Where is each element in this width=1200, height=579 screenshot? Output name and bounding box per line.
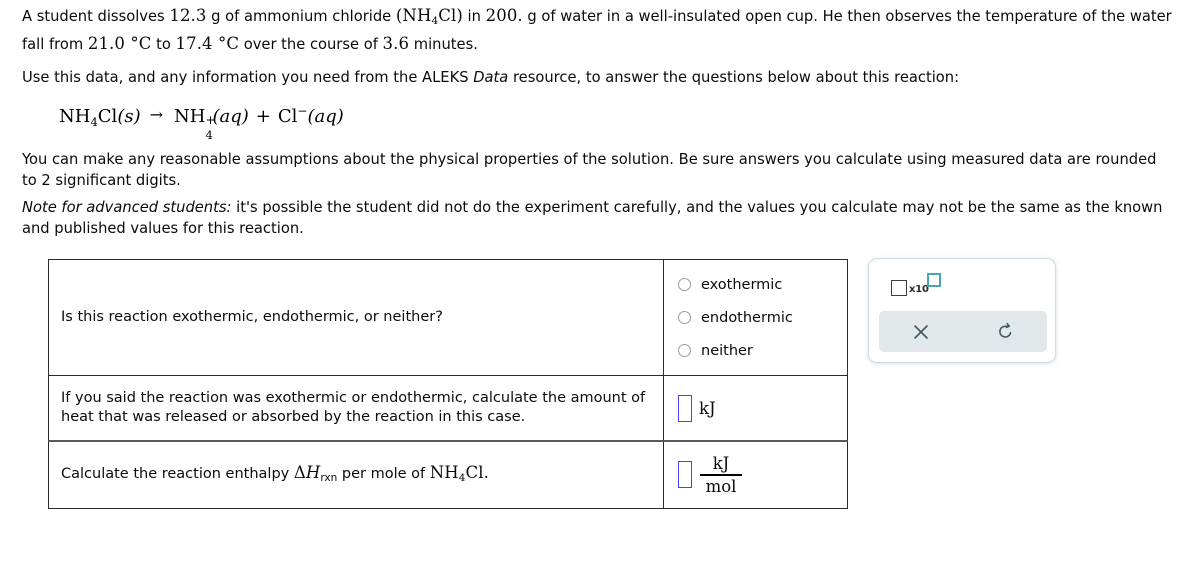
use-data-text-1: Use this data, and any information you n… xyxy=(22,69,474,86)
initial-temperature-value: 21.0 xyxy=(87,34,125,53)
product2-cl: Cl xyxy=(277,106,298,127)
radio-button-neither-icon[interactable] xyxy=(678,344,691,357)
equation-plus-sign: + xyxy=(255,106,271,127)
undo-icon xyxy=(998,322,1011,338)
sample-mass-value: 12.3 xyxy=(169,6,207,25)
radio-label-exothermic: exothermic xyxy=(701,276,783,293)
intro-text-5: to xyxy=(151,36,176,53)
product1-charge: + xyxy=(205,113,216,127)
product1-state: (aq) xyxy=(212,106,249,127)
radio-button-exothermic-icon[interactable] xyxy=(678,278,691,291)
problem-page: A student dissolves 12.3 g of ammonium c… xyxy=(0,0,1200,579)
answer-cell-thermicity: exothermic endothermic neither xyxy=(663,259,848,376)
product2-state: (aq) xyxy=(307,106,344,127)
question-text-heat: If you said the reaction was exothermic … xyxy=(61,390,646,425)
fraction-bar xyxy=(700,474,742,476)
intro-text-1: A student dissolves xyxy=(22,8,170,25)
question-cell-heat: If you said the reaction was exothermic … xyxy=(48,375,664,442)
reactant-nh: NH xyxy=(59,106,91,127)
radio-option-exothermic[interactable]: exothermic xyxy=(678,268,837,301)
elapsed-time-value: 3.6 xyxy=(382,34,410,53)
use-data-instruction: Use this data, and any information you n… xyxy=(22,64,1022,91)
scientific-notation-base-box-icon xyxy=(891,280,907,296)
reactant-subscript: 4 xyxy=(90,115,98,129)
radio-label-endothermic: endothermic xyxy=(701,309,793,326)
enthalpy-text-1: Calculate the reaction enthalpy xyxy=(61,465,294,482)
intro-text-3: in xyxy=(462,8,486,25)
enthalpy-H-symbol: H xyxy=(305,462,321,482)
radio-option-endothermic[interactable]: endothermic xyxy=(678,301,837,334)
heat-unit-label: kJ xyxy=(699,398,716,418)
toolbar-top-section: x10 xyxy=(869,259,1055,311)
final-temperature-value: 17.4 xyxy=(175,34,213,53)
answer-cell-heat: kJ xyxy=(663,375,848,442)
radio-button-endothermic-icon[interactable] xyxy=(678,311,691,324)
enthalpy-answer-line: kJ mol xyxy=(678,453,837,496)
enthalpy-formula-nh: NH xyxy=(429,462,459,482)
answer-input-group-heat: kJ xyxy=(664,387,847,430)
formula-cl: Cl xyxy=(438,6,457,25)
fraction-denominator: mol xyxy=(705,476,737,496)
formula-nh: NH xyxy=(402,6,432,25)
final-temperature-unit: °C xyxy=(212,34,240,53)
questions-table: Is this reaction exothermic, endothermic… xyxy=(48,259,848,509)
ammonium-chloride-formula: (NH4Cl) xyxy=(396,6,463,26)
answer-cell-enthalpy: kJ mol xyxy=(663,440,848,509)
question-text-enthalpy: Calculate the reaction enthalpy ΔHrxn pe… xyxy=(49,453,663,498)
undo-button[interactable] xyxy=(963,311,1047,352)
reactant-state: (s) xyxy=(117,106,141,127)
radio-label-neither: neither xyxy=(701,342,753,359)
product1-subscript: 4 xyxy=(205,128,213,142)
enthalpy-text-2: per mole of xyxy=(337,465,430,482)
heat-answer-line: kJ xyxy=(678,394,837,422)
answer-input-group-enthalpy: kJ mol xyxy=(664,447,847,504)
product2-charge: − xyxy=(297,104,308,118)
product1-nh: NH xyxy=(174,106,206,127)
delta-symbol: Δ xyxy=(293,462,306,482)
intro-text-7: minutes. xyxy=(409,36,478,53)
intro-text-6: over the course of xyxy=(239,36,383,53)
enthalpy-formula-cl: Cl. xyxy=(465,462,489,482)
toolbar-action-bar xyxy=(879,311,1047,352)
question-cell-thermicity: Is this reaction exothermic, endothermic… xyxy=(48,259,664,376)
close-icon xyxy=(914,324,928,339)
question-text-thermicity: Is this reaction exothermic, endothermic… xyxy=(61,309,443,325)
question-cell-enthalpy: Calculate the reaction enthalpy ΔHrxn pe… xyxy=(48,440,664,509)
heat-value-input[interactable] xyxy=(678,394,692,422)
enthalpy-formula-subscript: 4 xyxy=(458,471,466,484)
use-data-text-2: resource, to answer the questions below … xyxy=(508,69,960,86)
math-entry-toolbar: x10 xyxy=(868,258,1056,363)
scientific-notation-exponent-box-icon xyxy=(927,273,941,287)
radio-option-neither[interactable]: neither xyxy=(678,334,837,367)
enthalpy-formula: NH4Cl. xyxy=(429,462,489,484)
intro-text-2: g of ammonium chloride xyxy=(206,8,396,25)
problem-intro-paragraph: A student dissolves 12.3 g of ammonium c… xyxy=(22,2,1182,58)
scientific-notation-button[interactable]: x10 xyxy=(891,273,943,299)
assumptions-paragraph: You can make any reasonable assumptions … xyxy=(22,151,1157,189)
table-row: Calculate the reaction enthalpy ΔHrxn pe… xyxy=(48,440,848,509)
reactant-cl: Cl xyxy=(97,106,118,127)
kj-per-mol-fraction: kJ mol xyxy=(700,453,742,496)
reaction-arrow-icon: → xyxy=(149,105,164,124)
enthalpy-value-input[interactable] xyxy=(678,461,692,489)
radio-group-thermicity: exothermic endothermic neither xyxy=(664,260,847,375)
clear-button[interactable] xyxy=(879,311,963,352)
reaction-equation: NH4Cl(s) → NH +4 (aq) + Cl−(aq) xyxy=(59,104,344,142)
note-label: Note for advanced students: xyxy=(22,199,232,216)
advanced-students-note: Note for advanced students: it's possibl… xyxy=(22,197,1180,239)
table-row: Is this reaction exothermic, endothermic… xyxy=(48,259,848,376)
table-row: If you said the reaction was exothermic … xyxy=(48,375,848,442)
aleks-data-resource-label: Data xyxy=(473,69,509,86)
initial-temperature-unit: °C xyxy=(125,34,152,53)
enthalpy-rxn-subscript: rxn xyxy=(320,471,338,484)
scientific-notation-x10-label: x10 xyxy=(909,284,929,295)
fraction-numerator: kJ xyxy=(712,453,730,473)
water-mass-value: 200. xyxy=(485,6,523,25)
